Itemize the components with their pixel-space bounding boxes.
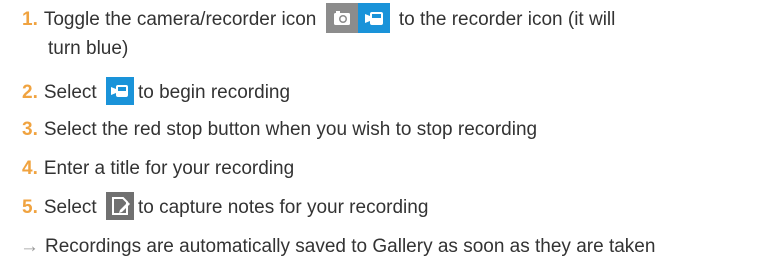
video-recorder-icon: [105, 77, 134, 105]
step-1: 1. Toggle the camera/recorder icon to the…: [0, 3, 616, 35]
note-text: Recordings are automatically saved to Ga…: [45, 236, 656, 257]
step-number: 2.: [22, 82, 38, 104]
step-number: 5.: [22, 197, 38, 219]
video-recorder-icon: [357, 3, 390, 33]
arrow-right-icon: →: [20, 236, 39, 257]
step-number: 1.: [22, 9, 38, 31]
notes-icon: [105, 192, 134, 220]
step-text: Select: [43, 82, 97, 104]
step-2: 2. Select to begin recording: [0, 77, 291, 107]
step-text: to begin recording: [137, 82, 291, 104]
note: → Recordings are automatically saved to G…: [0, 234, 655, 260]
step-text: Toggle the camera/recorder icon: [43, 9, 317, 31]
camera-icon: [325, 3, 358, 33]
step-1-continued: turn blue): [0, 36, 128, 62]
step-4: 4. Enter a title for your recording: [0, 156, 294, 182]
step-3: 3. Select the red stop button when you wi…: [0, 117, 537, 143]
step-number: 4.: [22, 158, 38, 179]
step-number: 3.: [22, 119, 38, 140]
step-text: to the recorder icon (it will: [398, 9, 616, 31]
step-5: 5. Select to capture notes for your recor…: [0, 192, 429, 222]
step-text: turn blue): [48, 38, 129, 59]
step-text: Select the red stop button when you wish…: [43, 119, 538, 140]
step-text: Select: [43, 197, 97, 219]
step-text: Enter a title for your recording: [43, 158, 295, 179]
step-text: to capture notes for your recording: [137, 197, 429, 219]
